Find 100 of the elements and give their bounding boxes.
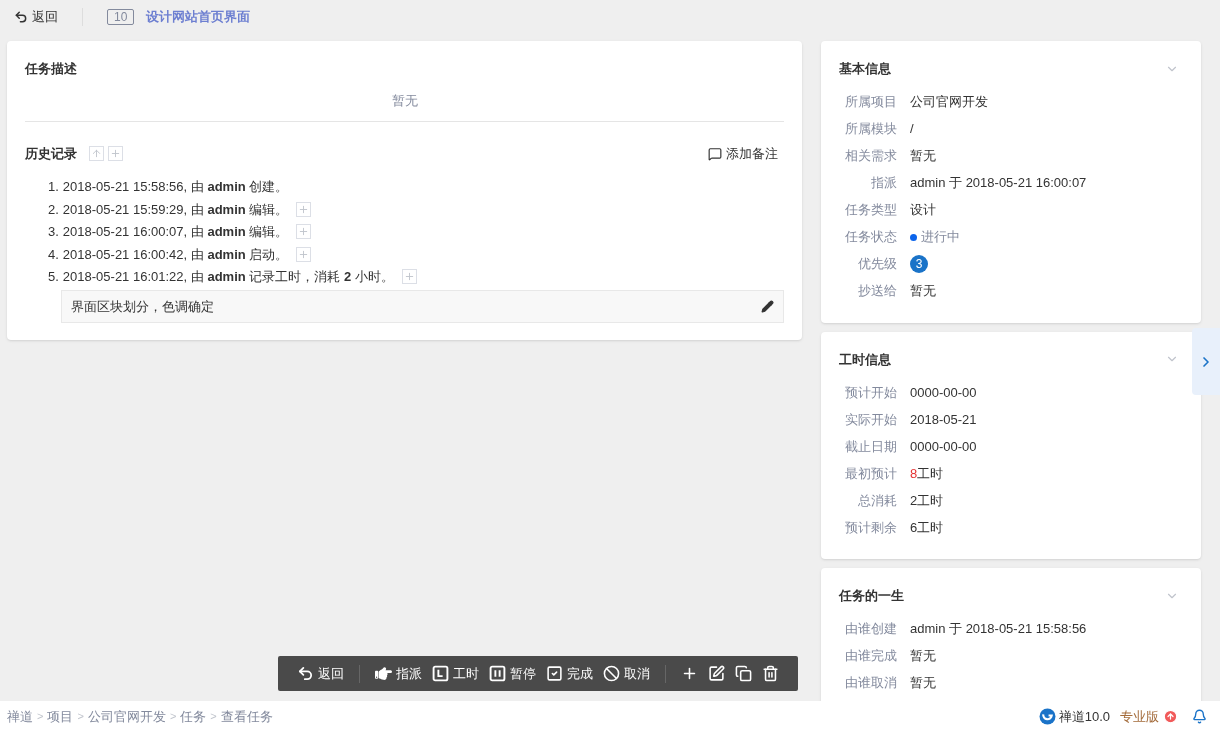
- field-label: 由谁创建: [844, 620, 897, 639]
- entry-number: 3.: [48, 223, 59, 241]
- pointing-hand-icon: [375, 665, 392, 682]
- edit-icon: [708, 665, 725, 682]
- field-label: 截止日期: [844, 437, 897, 456]
- back-button[interactable]: 返回: [14, 7, 58, 27]
- field-label: 相关需求: [844, 147, 897, 166]
- comment-text: 界面区块划分，色调确定: [71, 297, 214, 316]
- field-label: 总消耗: [857, 491, 897, 510]
- section-title: 历史记录: [25, 145, 77, 163]
- entry-number: 1.: [48, 178, 59, 196]
- field-label: 预计剩余: [844, 518, 897, 537]
- card-title: 工时信息: [839, 350, 891, 369]
- reverse-order-button[interactable]: [89, 146, 104, 162]
- field-label: 最初预计: [844, 464, 897, 483]
- entry-number: 2.: [48, 200, 59, 219]
- version-text: 禅道10.0: [1058, 707, 1110, 726]
- hours-value: 8工时: [910, 464, 944, 483]
- clock-icon: [432, 665, 449, 682]
- entry-number: 4.: [48, 245, 59, 264]
- notification-icon[interactable]: [1192, 709, 1207, 724]
- status-text: 进行中: [921, 228, 960, 247]
- field-label: 抄送给: [857, 282, 897, 301]
- plus-icon: [403, 271, 415, 283]
- field-value: 设计: [910, 201, 936, 220]
- field-label: 预计开始: [844, 383, 897, 402]
- field-value: 公司官网开发: [910, 93, 988, 112]
- field-value: admin 于 2018-05-21 16:00:07: [910, 174, 1087, 193]
- plus-icon: [681, 665, 698, 682]
- field-value: 0000-00-00: [910, 437, 977, 456]
- plus-icon: [298, 248, 310, 260]
- history-entry: 2018-05-21 15:58:56, 由 admin 创建。: [62, 178, 289, 196]
- field-label: 任务状态: [844, 228, 897, 247]
- toolbar-button[interactable]: 工时: [427, 659, 484, 688]
- history-entry: 2018-05-21 16:00:42, 由 admin 启动。: [62, 245, 289, 264]
- priority-badge: 3: [910, 255, 928, 273]
- undo-icon: [14, 10, 28, 24]
- task-title: 设计网站首页界面: [146, 8, 251, 27]
- trash-icon: [762, 665, 779, 682]
- side-panel-toggle[interactable]: [1192, 328, 1220, 395]
- toolbar-button[interactable]: 暂停: [484, 659, 541, 688]
- breadcrumb-link[interactable]: 公司官网开发: [87, 706, 166, 727]
- history-entry: 2018-05-21 16:00:07, 由 admin 编辑。: [62, 223, 289, 241]
- breadcrumb-separator: >: [77, 709, 84, 725]
- history-entry: 2018-05-21 16:01:22, 由 admin 记录工时，消耗 2 小时。: [62, 268, 394, 286]
- expand-button[interactable]: [401, 269, 417, 285]
- entry-number: 5.: [48, 268, 59, 286]
- toolbar-button[interactable]: 完成: [541, 659, 598, 688]
- edition-link[interactable]: 专业版: [1120, 706, 1178, 727]
- hours-value: 2工时: [910, 491, 944, 510]
- breadcrumb-separator: >: [210, 709, 217, 725]
- field-label: 由谁完成: [844, 647, 897, 666]
- expand-button[interactable]: [296, 246, 312, 262]
- field-value: 2018-05-21: [910, 410, 977, 429]
- pause-icon: [489, 665, 506, 682]
- breadcrumb-separator: >: [37, 709, 44, 725]
- field-label: 指派: [870, 174, 897, 193]
- field-value: /: [910, 120, 914, 139]
- breadcrumb-link[interactable]: 查看任务: [220, 706, 273, 727]
- cancel-icon: [603, 665, 620, 682]
- toolbar-button[interactable]: 取消: [598, 659, 655, 688]
- breadcrumb-link[interactable]: 任务: [180, 706, 207, 727]
- plus-icon: [110, 148, 121, 160]
- add-note-button[interactable]: 添加备注: [708, 144, 778, 164]
- field-value: 0000-00-00: [910, 383, 977, 402]
- field-value: 暂无: [910, 674, 936, 693]
- field-label: 任务类型: [844, 201, 897, 220]
- field-label: 实际开始: [844, 410, 897, 429]
- edit-icon[interactable]: [761, 300, 774, 313]
- breadcrumb-separator: >: [169, 709, 177, 725]
- section-title: 任务描述: [25, 60, 78, 78]
- breadcrumb-link[interactable]: 项目: [47, 706, 74, 727]
- plus-icon: [298, 203, 310, 215]
- field-value: 暂无: [910, 647, 936, 666]
- checkbox-icon: [546, 665, 563, 682]
- expand-button[interactable]: [296, 224, 312, 240]
- field-label: 由谁取消: [844, 674, 897, 693]
- plus-icon: [298, 226, 310, 238]
- logo-icon: [1038, 708, 1056, 725]
- field-label: 所属模块: [844, 120, 897, 139]
- card-title: 任务的一生: [839, 587, 904, 605]
- expand-all-button[interactable]: [108, 146, 123, 162]
- history-entry: 2018-05-21 15:59:29, 由 admin 编辑。: [62, 200, 289, 219]
- field-value: 暂无: [910, 147, 936, 166]
- copy-icon: [735, 665, 752, 682]
- undo-icon: [297, 665, 314, 682]
- hours-value: 6工时: [910, 518, 944, 537]
- up-arrow-icon: [91, 148, 102, 160]
- breadcrumb-link[interactable]: 禅道: [7, 706, 33, 727]
- field-label: 所属项目: [844, 93, 897, 112]
- card-title: 基本信息: [839, 60, 891, 78]
- toolbar-button[interactable]: 指派: [370, 659, 427, 688]
- field-value: admin 于 2018-05-21 15:58:56: [910, 620, 1087, 639]
- description-text: 暂无: [25, 90, 784, 122]
- toolbar-button[interactable]: 返回: [292, 659, 349, 688]
- comment-icon: [708, 146, 722, 161]
- expand-button[interactable]: [296, 201, 312, 217]
- upgrade-icon: [1163, 709, 1178, 724]
- field-label: 优先级: [857, 255, 897, 274]
- field-value: 暂无: [910, 282, 936, 301]
